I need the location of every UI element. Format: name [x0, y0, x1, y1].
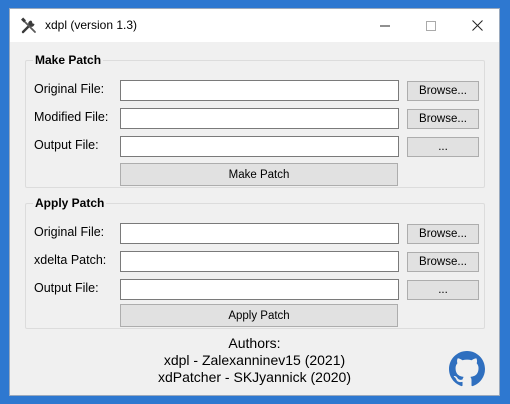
maximize-button[interactable]: [408, 9, 454, 42]
xdelta-patch-browse-button[interactable]: Browse...: [407, 252, 479, 272]
tools-icon: [21, 17, 36, 34]
authors-heading: Authors:: [228, 335, 281, 351]
apply-original-file-input[interactable]: [120, 223, 399, 244]
minimize-button[interactable]: [362, 9, 408, 42]
apply-output-file-input[interactable]: [120, 279, 399, 300]
minimize-icon: [380, 25, 390, 26]
apply-patch-title: Apply Patch: [33, 196, 107, 210]
close-icon: [471, 20, 483, 31]
make-output-file-input[interactable]: [120, 136, 399, 157]
xdelta-patch-label: xdelta Patch:: [34, 253, 107, 267]
make-original-file-input[interactable]: [120, 80, 399, 101]
make-modified-file-input[interactable]: [120, 108, 399, 129]
apply-output-browse-button[interactable]: ...: [407, 280, 479, 300]
maximize-icon: [426, 20, 436, 31]
make-original-browse-button[interactable]: Browse...: [407, 81, 479, 101]
apply-original-browse-button[interactable]: Browse...: [407, 224, 479, 244]
window-title: xdpl (version 1.3): [45, 18, 138, 32]
make-original-file-label: Original File:: [34, 82, 105, 96]
make-output-browse-button[interactable]: ...: [407, 137, 479, 157]
github-icon[interactable]: [449, 351, 485, 387]
authors-section: Authors: xdpl - Zalexanninev15 (2021) xd…: [10, 335, 499, 386]
xdelta-patch-input[interactable]: [120, 251, 399, 272]
title-bar[interactable]: xdpl (version 1.3): [10, 9, 499, 42]
close-button[interactable]: [454, 9, 500, 42]
apply-original-file-label: Original File:: [34, 225, 105, 239]
app-window: xdpl (version 1.3) Make Patch Original F…: [9, 8, 500, 396]
make-patch-group: Make Patch Original File: Browse... Modi…: [25, 53, 485, 188]
author-line-xdpatcher: xdPatcher - SKJyannick (2020): [158, 369, 351, 385]
make-modified-file-label: Modified File:: [34, 110, 109, 124]
make-patch-title: Make Patch: [33, 53, 104, 67]
apply-patch-button[interactable]: Apply Patch: [120, 304, 398, 327]
apply-patch-group: Apply Patch Original File: Browse... xde…: [25, 196, 485, 329]
make-modified-browse-button[interactable]: Browse...: [407, 109, 479, 129]
make-output-file-label: Output File:: [34, 138, 99, 152]
make-patch-button[interactable]: Make Patch: [120, 163, 398, 186]
apply-output-file-label: Output File:: [34, 281, 99, 295]
author-line-xdpl: xdpl - Zalexanninev15 (2021): [163, 352, 346, 368]
